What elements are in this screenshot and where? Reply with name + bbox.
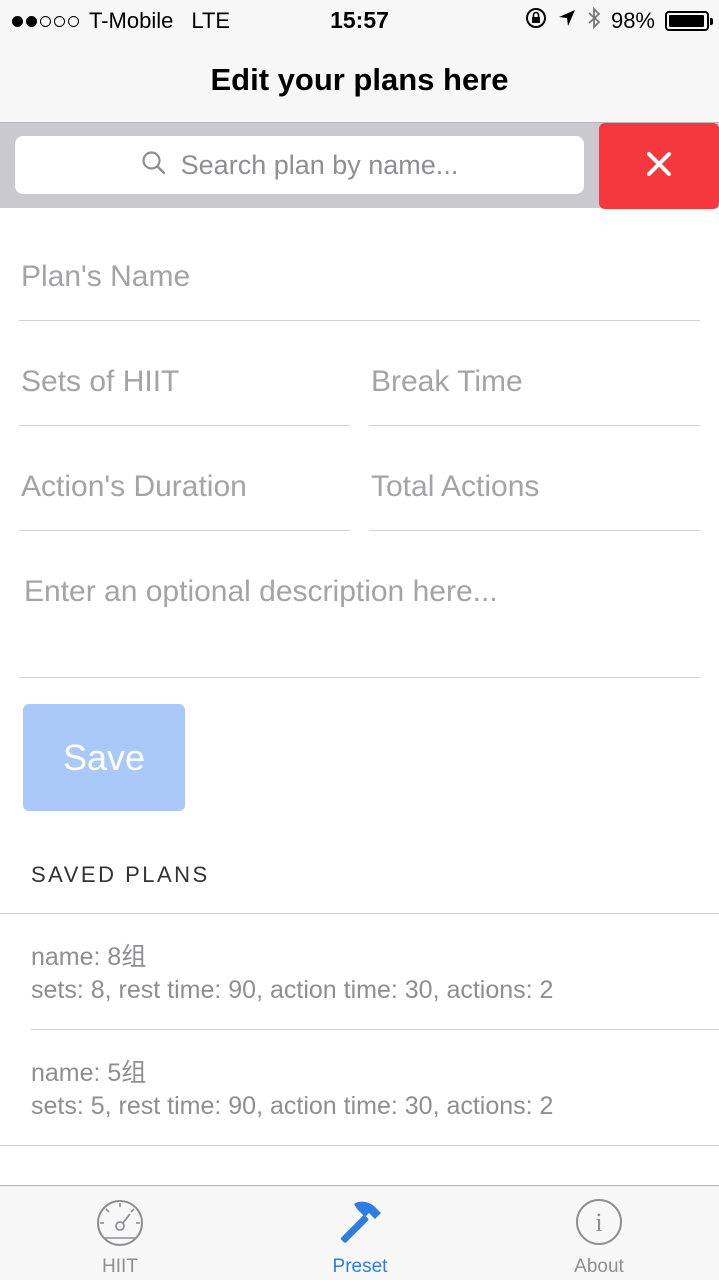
page-title: Edit your plans here: [210, 62, 509, 97]
orientation-lock-icon: [525, 7, 547, 35]
location-arrow-icon: [557, 8, 577, 34]
search-placeholder: Search plan by name...: [180, 149, 459, 180]
action-duration-field[interactable]: Action's Duration: [19, 460, 350, 531]
status-bar: T-Mobile LTE 15:57 98%: [0, 0, 719, 40]
plan-name-placeholder: Plan's Name: [21, 260, 191, 293]
list-item[interactable]: name: 5组 sets: 5, rest time: 90, action …: [0, 1030, 719, 1146]
info-icon: i: [575, 1198, 623, 1251]
tab-preset[interactable]: Preset: [240, 1186, 480, 1280]
bluetooth-icon: [587, 6, 601, 35]
description-field[interactable]: Enter an optional description here...: [19, 565, 700, 678]
tab-bar: HIIT Preset i About: [0, 1185, 719, 1280]
sets-field[interactable]: Sets of HIIT: [19, 355, 350, 426]
battery-icon: [665, 11, 713, 31]
tab-about-label: About: [574, 1256, 624, 1277]
tab-hiit-label: HIIT: [102, 1256, 138, 1277]
tab-about[interactable]: i About: [479, 1186, 719, 1280]
plan-details-text: sets: 5, rest time: 90, action time: 30,…: [31, 1092, 554, 1120]
search-input[interactable]: Search plan by name...: [15, 136, 584, 194]
break-time-placeholder: Break Time: [371, 365, 523, 398]
speedometer-icon: [94, 1198, 146, 1251]
divider: [0, 1145, 719, 1146]
sets-placeholder: Sets of HIIT: [21, 365, 180, 398]
plan-name-text: name: 5组: [31, 1059, 147, 1087]
plan-details-text: sets: 8, rest time: 90, action time: 30,…: [31, 976, 554, 1004]
search-bar: Search plan by name...: [0, 123, 719, 209]
list-item[interactable]: name: 8组 sets: 8, rest time: 90, action …: [0, 914, 719, 1030]
plan-name-field[interactable]: Plan's Name: [19, 250, 700, 321]
battery-percent: 98%: [610, 8, 655, 33]
save-button[interactable]: Save: [23, 704, 185, 811]
clear-search-button[interactable]: [599, 123, 719, 209]
action-duration-placeholder: Action's Duration: [21, 470, 247, 503]
total-actions-field[interactable]: Total Actions: [369, 460, 700, 531]
plan-name-text: name: 8组: [31, 943, 147, 971]
break-time-field[interactable]: Break Time: [369, 355, 700, 426]
total-actions-placeholder: Total Actions: [371, 470, 540, 503]
navigation-bar: Edit your plans here: [0, 40, 719, 123]
svg-text:i: i: [595, 1208, 602, 1237]
close-icon: [646, 151, 672, 182]
description-placeholder: Enter an optional description here...: [24, 575, 498, 608]
tab-hiit[interactable]: HIIT: [0, 1186, 240, 1280]
saved-plans-header: SAVED PLANS: [31, 862, 210, 887]
tab-preset-label: Preset: [332, 1256, 388, 1277]
search-icon: [141, 150, 167, 181]
hammer-icon: [335, 1198, 385, 1251]
save-button-label: Save: [62, 736, 146, 778]
